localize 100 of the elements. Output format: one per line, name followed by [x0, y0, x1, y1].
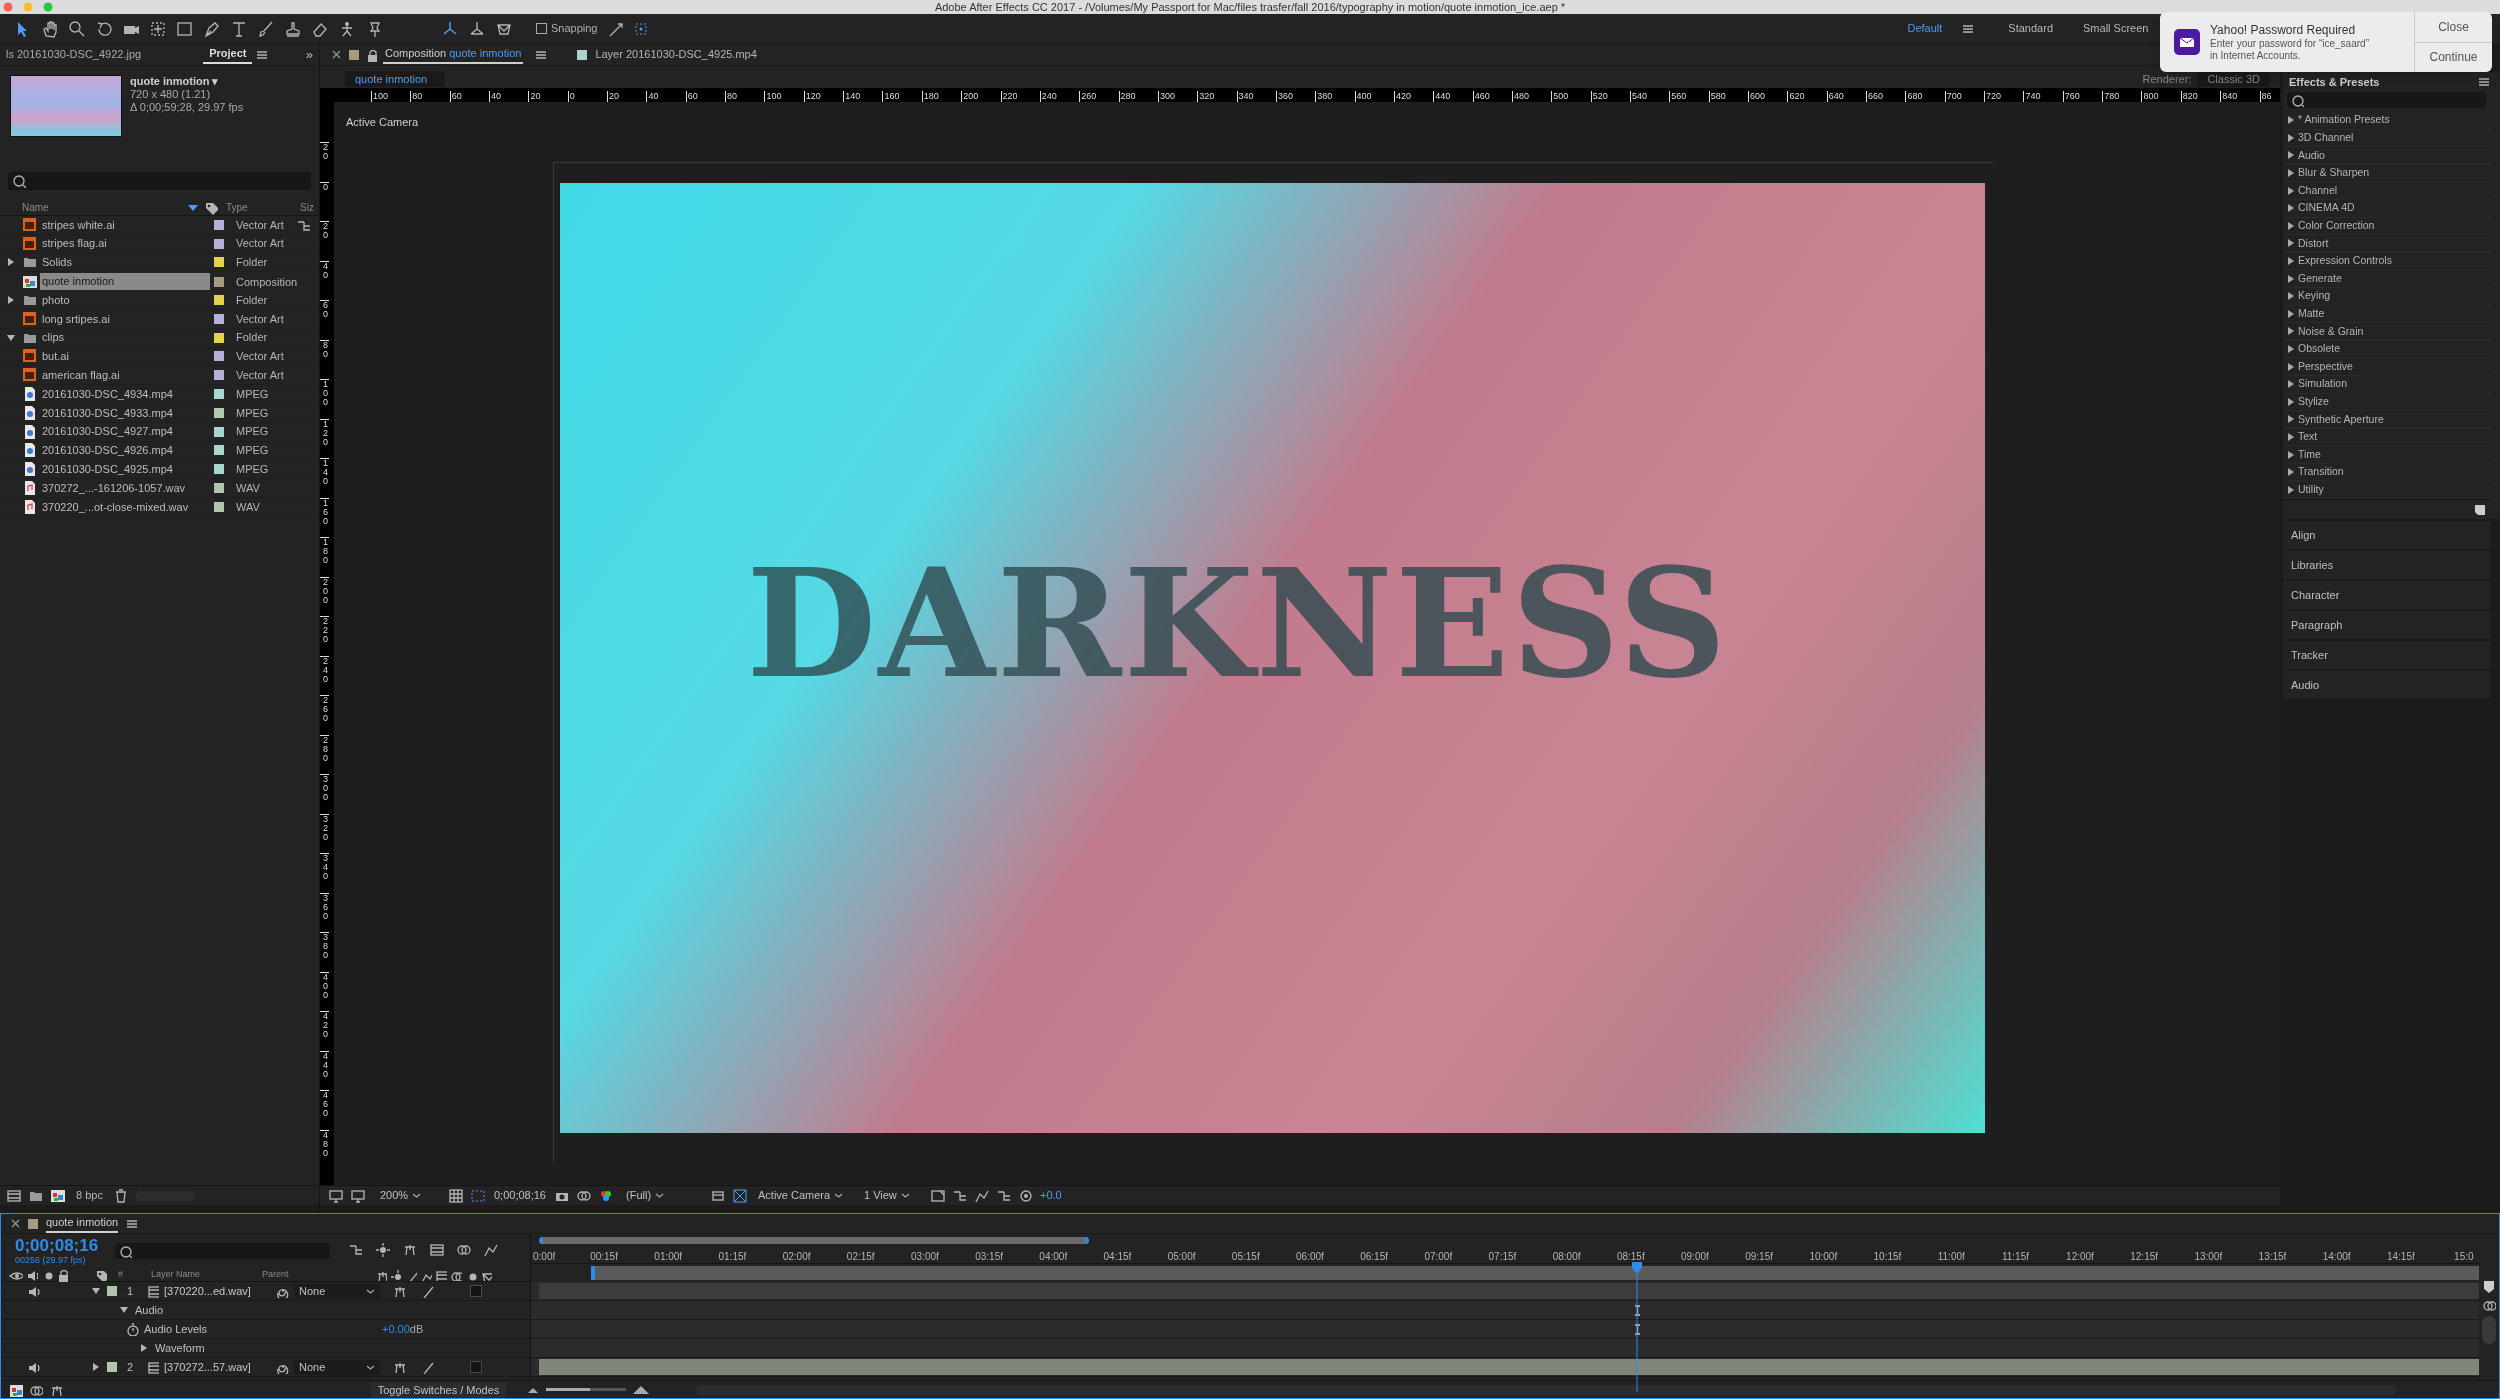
ruler-label: 200 [320, 576, 329, 616]
time-label: 14:00f [2322, 1250, 2351, 1264]
project-item[interactable]: clips [40, 329, 210, 346]
parent-dropdown[interactable]: None [294, 1359, 380, 1375]
effect-category[interactable]: Generate [2298, 270, 2342, 287]
timeline-tab[interactable]: quote inmotion [46, 1214, 119, 1233]
item-type: MPEG [236, 386, 269, 402]
panel-header[interactable]: Character [2283, 581, 2490, 610]
ruler-label: 180 [320, 537, 329, 577]
layer-name[interactable]: [370220...ed.wav] [164, 1282, 276, 1300]
effect-category[interactable]: Audio [2298, 147, 2325, 164]
project-item[interactable]: 20161030-DSC_4934.mp4 [40, 385, 210, 403]
project-item[interactable]: 370272_...-161206-1057.wav [40, 479, 210, 497]
time-label: 01:15f [718, 1250, 747, 1264]
time-label: 03:15f [975, 1250, 1003, 1264]
panel-tab[interactable]: ls 20161030-DSC_4922.jpg [0, 46, 148, 63]
effect-category[interactable]: Expression Controls [2298, 253, 2392, 269]
effect-category[interactable]: Matte [2298, 305, 2325, 322]
color-depth-button[interactable]: 8 bpc [72, 1187, 107, 1204]
project-item[interactable]: but.ai [40, 348, 210, 365]
workspace-tab[interactable]: Small Screen [2073, 20, 2159, 37]
item-type: Folder [236, 330, 268, 346]
toggle-modes-button[interactable]: Toggle Switches / Modes [371, 1381, 506, 1398]
time-label: 08:15f [1616, 1250, 1645, 1264]
panel-overflow-button[interactable]: » [299, 44, 319, 65]
project-item[interactable]: stripes white.ai [40, 216, 210, 234]
effect-category[interactable]: Keying [2298, 288, 2331, 305]
panel-header[interactable]: Align [2283, 521, 2490, 550]
effect-category[interactable]: Stylize [2298, 393, 2329, 410]
parent-dropdown[interactable]: None [294, 1283, 380, 1299]
effect-category[interactable]: Time [2298, 446, 2321, 463]
current-time-field[interactable]: 0;00;08;16 [492, 1187, 548, 1204]
effect-category[interactable]: 3D Channel [2298, 130, 2354, 146]
effect-category[interactable]: Synthetic Aperture [2298, 411, 2384, 428]
effect-category[interactable]: Utility [2298, 481, 2324, 498]
current-time[interactable]: 0;00;08;16 [15, 1237, 115, 1255]
project-item[interactable]: Solids [40, 254, 210, 271]
column-header: # [118, 1267, 124, 1281]
effect-category[interactable]: Noise & Grain [2298, 323, 2364, 340]
layer-tab[interactable]: Layer 20161030-DSC_4925.mp4 [593, 46, 759, 63]
effect-category[interactable]: Simulation [2298, 376, 2348, 393]
panel-header[interactable]: Tracker [2283, 641, 2490, 670]
project-item[interactable]: 20161030-DSC_4927.mp4 [40, 423, 210, 440]
project-item[interactable]: photo [40, 291, 210, 309]
panel-header[interactable]: Libraries [2283, 551, 2490, 580]
workspace-tab[interactable]: Default [1897, 20, 1953, 37]
exposure-value[interactable]: +0.0 [1040, 1187, 1062, 1204]
ruler-label: 400 [320, 971, 329, 1011]
effect-category[interactable]: Perspective [2298, 358, 2353, 375]
effect-category[interactable]: Color Correction [2298, 218, 2375, 234]
layer-name[interactable]: [370272...57.wav] [164, 1358, 276, 1376]
ruler-label: 240 [320, 655, 329, 695]
notification-message: Enter your password for “ice_saard” in Internet Accounts. [2210, 37, 2369, 62]
effect-category[interactable]: Text [2298, 429, 2318, 445]
effect-category[interactable]: Obsolete [2298, 341, 2341, 357]
composition-tab[interactable]: Composition quote inmotion [383, 45, 524, 64]
project-item[interactable]: 20161030-DSC_4926.mp4 [40, 442, 210, 459]
time-label: 09:00f [1681, 1250, 1709, 1264]
time-label: 12:00f [2066, 1250, 2094, 1264]
camera-dropdown[interactable]: Active Camera [758, 1187, 858, 1204]
project-item[interactable]: stripes flag.ai [40, 235, 210, 252]
effect-category[interactable]: CINEMA 4D [2298, 200, 2355, 217]
property-value[interactable]: +0.00dB [382, 1320, 424, 1338]
panel-header[interactable]: Paragraph [2283, 611, 2490, 640]
ruler-label: 160 [320, 497, 329, 537]
composition-name: quote inmotion ▾ [130, 75, 220, 88]
project-item[interactable]: 20161030-DSC_4925.mp4 [40, 461, 210, 478]
magnification-dropdown[interactable]: 200% [380, 1187, 442, 1204]
snapping-checkbox[interactable]: Snapping [536, 20, 598, 37]
effect-category[interactable]: Transition [2298, 464, 2344, 481]
project-item[interactable]: long srtipes.ai [40, 310, 210, 328]
ruler-label: 320 [320, 813, 329, 853]
panel-tab[interactable]: Project [203, 45, 253, 64]
composition-breadcrumb[interactable]: quote inmotion [345, 71, 445, 87]
item-type: Vector Art [236, 236, 284, 252]
property-group[interactable]: Audio [135, 1301, 164, 1319]
time-label: 02:00f [782, 1250, 811, 1264]
ruler-label: 340 [320, 853, 329, 893]
project-item[interactable]: quote inmotion [40, 273, 210, 291]
item-type: MPEG [236, 424, 269, 440]
notification-button[interactable]: Close [2415, 12, 2492, 43]
panel-title: Effects & Presets [2289, 74, 2381, 90]
item-type: WAV [236, 480, 260, 496]
notification-button[interactable]: Continue [2415, 42, 2492, 72]
panel-header[interactable]: Audio [2283, 671, 2490, 700]
project-item[interactable]: american flag.ai [40, 367, 210, 384]
resolution-dropdown[interactable]: (Full) [626, 1187, 704, 1204]
effect-category[interactable]: Blur & Sharpen [2298, 165, 2370, 181]
workspace-tab[interactable]: Standard [1998, 20, 2063, 37]
property-name: Audio Levels [144, 1321, 208, 1337]
composition-size: 720 x 480 (1.21) [130, 88, 212, 101]
time-label: 0:00f [533, 1250, 556, 1264]
effect-category[interactable]: * Animation Presets [2298, 112, 2390, 129]
project-item[interactable]: 20161030-DSC_4933.mp4 [40, 404, 210, 422]
effect-category[interactable]: Distort [2298, 235, 2329, 252]
property-group[interactable]: Waveform [155, 1339, 205, 1357]
effect-category[interactable]: Channel [2298, 182, 2338, 199]
time-label: 06:15f [1360, 1250, 1388, 1264]
project-item[interactable]: 370220_...ot-close-mixed.wav [40, 498, 210, 516]
view-layout-dropdown[interactable]: 1 View [864, 1187, 924, 1204]
